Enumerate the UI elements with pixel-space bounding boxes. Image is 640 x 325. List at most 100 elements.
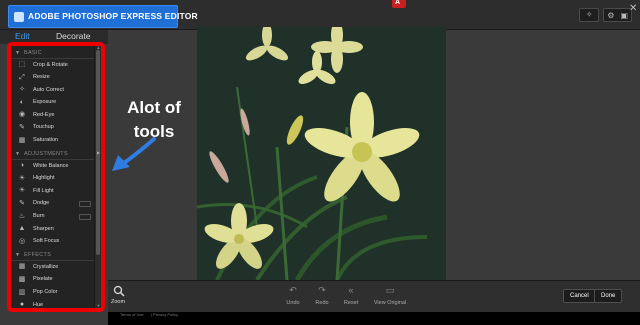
tool-pop-color[interactable]: ▥ Pop Color xyxy=(11,287,95,300)
tool-label: Touchup xyxy=(33,124,54,131)
tool-sharpen[interactable]: ▲ Sharpen xyxy=(11,223,95,236)
photoshop-logo-icon xyxy=(14,12,24,22)
tool-resize[interactable]: ⤢ Resize xyxy=(11,72,95,85)
tools-scrollbar[interactable]: ▲ ▶ ▼ xyxy=(94,46,101,308)
app-title-bar: ADOBE PHOTOSHOP EXPRESS EDITOR xyxy=(8,5,198,28)
tool-red-eye[interactable]: ◉ Red-Eye xyxy=(11,109,95,122)
tool-icon: ▦ xyxy=(18,136,26,144)
tool-icon: ♨ xyxy=(18,212,26,220)
tool-label: Crop & Rotate xyxy=(33,61,68,68)
tool-label: Resize xyxy=(33,74,50,81)
magnifier-icon[interactable] xyxy=(113,285,125,297)
tool-label: Auto Correct xyxy=(33,86,64,93)
tool-icon: ✎ xyxy=(19,123,25,131)
tool-label: Burn xyxy=(33,213,45,220)
tool-label: Exposure xyxy=(33,99,57,106)
tool-dodge[interactable]: ✎ Dodge xyxy=(11,198,95,211)
section-header-basic[interactable]: ▼ BASIC xyxy=(11,48,95,59)
close-icon[interactable]: ✕ xyxy=(629,4,639,14)
arrow-shaft xyxy=(122,137,156,165)
privacy-link[interactable]: | Privacy Policy xyxy=(151,312,178,317)
tool-label: Fill Light xyxy=(33,187,54,194)
section-header-adjustments[interactable]: ▼ ADJUSTMENTS xyxy=(11,149,95,161)
section-label: EFFECTS xyxy=(24,252,52,259)
tool-icon: ⬚ xyxy=(18,61,26,68)
gear-icon[interactable]: ⚙ xyxy=(607,11,614,20)
view-original-icon: ▭ xyxy=(385,285,395,295)
fit-screen-icon[interactable]: ▣ xyxy=(620,11,628,20)
tool-icon: ☀ xyxy=(18,174,26,182)
editor-window: ADOBE PHOTOSHOP EXPRESS EDITOR A ✧ ⚙ ▣ E… xyxy=(0,0,640,325)
scroll-grip-icon: ▶ xyxy=(96,150,101,155)
collapse-triangle-icon: ▼ xyxy=(15,252,20,259)
tool-label: Dodge xyxy=(33,200,50,207)
tool-icon: ✧ xyxy=(19,86,25,94)
tool-icon: ▩ xyxy=(18,275,26,283)
terms-link[interactable]: Terms of Use xyxy=(120,312,144,317)
tool-icon: ◎ xyxy=(18,237,26,245)
zoom-label[interactable]: Zoom xyxy=(111,299,125,305)
tool-icon: ▥ xyxy=(18,288,26,296)
cancel-button[interactable]: Cancel xyxy=(563,289,596,303)
tool-hue[interactable]: ● Hue xyxy=(11,299,95,308)
section-label: BASIC xyxy=(24,50,43,56)
section-label: ADJUSTMENTS xyxy=(24,151,68,158)
collapse-triangle-icon: ▼ xyxy=(15,151,20,158)
tool-icon: ▲ xyxy=(18,225,26,233)
tool-exposure[interactable]: ◐ Exposure xyxy=(11,97,95,110)
scroll-down-arrow-icon[interactable]: ▼ xyxy=(95,303,101,308)
topbar-tools: ✧ ⚙ ▣ xyxy=(579,8,632,24)
tool-icon: ⤢ xyxy=(19,73,25,81)
done-button[interactable]: Done xyxy=(594,289,623,303)
bottom-toolbar: Zoom ↶ Undo ↷ Redo « Reset ▭ View Origin… xyxy=(108,280,640,312)
tool-auto-correct[interactable]: ✧ Auto Correct xyxy=(11,84,95,97)
tool-icon: ◑ xyxy=(19,162,25,170)
tool-burn[interactable]: ♨ Burn xyxy=(11,211,95,224)
magic-wand-icon[interactable]: ✧ xyxy=(579,8,600,22)
collapse-triangle-icon: ▼ xyxy=(15,50,20,56)
tool-label: Highlight xyxy=(33,175,55,182)
tools-panel: ▼ BASIC ⬚ Crop & Rotate ⤢ Resize ✧ Auto Correct… xyxy=(7,42,105,312)
tool-label: Crystallize xyxy=(33,263,59,270)
tool-saturation[interactable]: ▦ Saturation xyxy=(11,135,95,148)
tool-icon: ◐ xyxy=(19,98,25,106)
app-title: ADOBE PHOTOSHOP EXPRESS EDITOR xyxy=(28,11,198,21)
tool-soft-focus[interactable]: ◎ Soft Focus xyxy=(11,236,95,249)
top-bar: ADOBE PHOTOSHOP EXPRESS EDITOR A ✧ ⚙ ▣ xyxy=(0,0,640,30)
tool-highlight[interactable]: ☀ Highlight xyxy=(11,173,95,186)
tool-options-toggle[interactable] xyxy=(79,200,91,207)
tab-edit[interactable]: Edit xyxy=(15,31,30,41)
tool-label: Saturation xyxy=(33,137,59,144)
tool-icon: ▦ xyxy=(18,263,26,271)
tool-label: Sharpen xyxy=(33,225,54,232)
tool-icon: ☀ xyxy=(18,187,26,195)
tool-label: White Balance xyxy=(33,162,69,169)
tool-label: Red-Eye xyxy=(33,111,55,118)
tool-crop-rotate[interactable]: ⬚ Crop & Rotate xyxy=(11,59,95,72)
section-header-effects[interactable]: ▼ EFFECTS xyxy=(11,250,95,262)
daylily-photo xyxy=(197,27,446,280)
annotation-arrow-icon xyxy=(112,137,156,171)
tool-label: Soft Focus xyxy=(33,238,60,245)
adobe-logo-icon: A xyxy=(392,0,406,8)
view-original-label: View Original xyxy=(373,300,407,306)
tool-label: Hue xyxy=(33,301,44,308)
footer: Terms of Use | Privacy Policy xyxy=(108,312,640,325)
tool-options-toggle[interactable] xyxy=(79,213,91,220)
tool-white-balance[interactable]: ◑ White Balance xyxy=(11,160,95,173)
tool-label: Pixelate xyxy=(33,276,53,283)
tool-label: Pop Color xyxy=(33,289,58,295)
tool-list: ▼ BASIC ⬚ Crop & Rotate ⤢ Resize ✧ Auto Correct… xyxy=(11,46,95,308)
tool-crystallize[interactable]: ▦ Crystallize xyxy=(11,261,95,274)
tool-icon: ✎ xyxy=(19,199,25,207)
tool-icon: ● xyxy=(19,301,25,308)
settings-group: ⚙ ▣ xyxy=(603,8,632,22)
tool-icon: ◉ xyxy=(18,111,26,119)
tool-pixelate[interactable]: ▩ Pixelate xyxy=(11,274,95,287)
tool-touchup[interactable]: ✎ Touchup xyxy=(11,122,95,135)
view-original-button[interactable]: ▭ View Original xyxy=(365,285,415,306)
tool-fill-light[interactable]: ☀ Fill Light xyxy=(11,185,95,198)
photo-canvas[interactable] xyxy=(197,27,446,280)
annotation-line-1: Alot of xyxy=(127,98,181,117)
tab-decorate[interactable]: Decorate xyxy=(56,31,91,41)
